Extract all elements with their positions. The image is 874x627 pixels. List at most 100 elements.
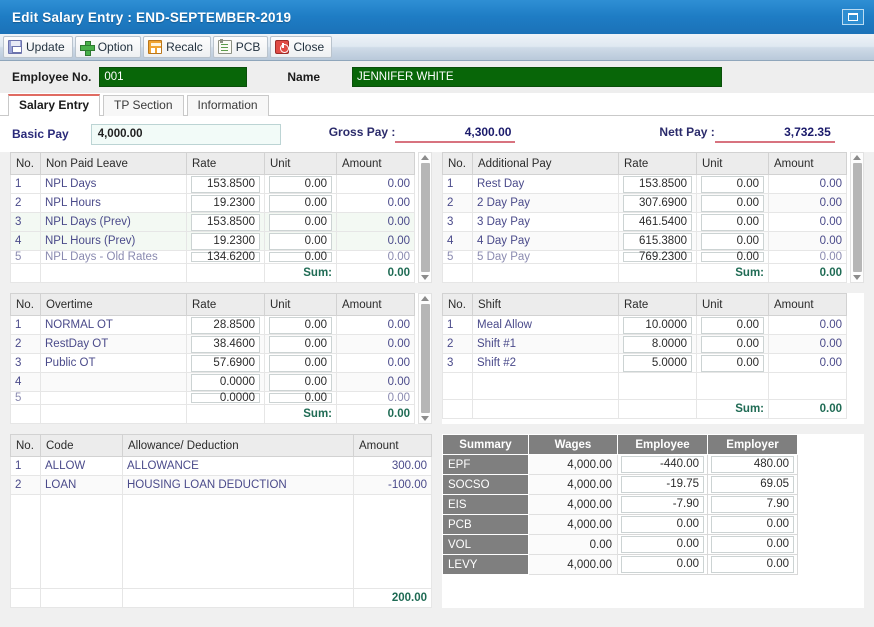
restore-window-button[interactable]: [842, 9, 864, 25]
table-row[interactable]: 4 0.0000 0.00 0.00: [10, 372, 415, 392]
employee-cell[interactable]: 0.00: [617, 534, 708, 555]
update-button[interactable]: Update: [3, 36, 73, 58]
employer-cell[interactable]: 0.00: [707, 534, 798, 555]
table-row[interactable]: 2 LOAN HOUSING LOAN DEDUCTION -100.00: [10, 475, 432, 495]
employee-cell[interactable]: -440.00: [617, 454, 708, 475]
basic-pay-input[interactable]: 4,000.00: [90, 123, 281, 145]
rate-cell[interactable]: 19.2300: [186, 193, 265, 213]
unit-cell[interactable]: 0.00: [264, 334, 337, 354]
scroll-down-icon[interactable]: [421, 275, 429, 280]
unit-cell[interactable]: 0.00: [696, 174, 769, 194]
table-row[interactable]: 1 ALLOW ALLOWANCE 300.00: [10, 456, 432, 476]
rate-cell[interactable]: 38.4600: [186, 334, 265, 354]
rate-cell[interactable]: 307.6900: [618, 193, 697, 213]
scroll-up-icon[interactable]: [421, 155, 429, 160]
table-row[interactable]: 1 Rest Day 153.8500 0.00 0.00: [442, 174, 847, 194]
unit-cell[interactable]: 0.00: [264, 231, 337, 251]
employee-cell[interactable]: 0.00: [617, 554, 708, 575]
rate-cell[interactable]: 8.0000: [618, 334, 697, 354]
rate-cell[interactable]: 10.0000: [618, 315, 697, 335]
rate-cell[interactable]: 153.8500: [618, 174, 697, 194]
unit-cell[interactable]: 0.00: [264, 353, 337, 373]
table-row[interactable]: 2 NPL Hours 19.2300 0.00 0.00: [10, 193, 415, 213]
unit-cell[interactable]: 0.00: [696, 250, 769, 264]
table-row[interactable]: 3 3 Day Pay 461.5400 0.00 0.00: [442, 212, 847, 232]
row-no: 1: [442, 174, 473, 194]
pcb-button[interactable]: PCB: [212, 36, 269, 58]
table-row[interactable]: 4 4 Day Pay 615.3800 0.00 0.00: [442, 231, 847, 251]
unit-cell[interactable]: 0.00: [264, 372, 337, 392]
unit-cell[interactable]: 0.00: [696, 231, 769, 251]
table-row[interactable]: 4 NPL Hours (Prev) 19.2300 0.00 0.00: [10, 231, 415, 251]
unit-cell[interactable]: 0.00: [264, 315, 337, 335]
employer-cell[interactable]: 0.00: [707, 514, 798, 535]
unit-cell[interactable]: 0.00: [696, 315, 769, 335]
employer-cell[interactable]: 69.05: [707, 474, 798, 495]
employer-cell[interactable]: 7.90: [707, 494, 798, 515]
recalc-button[interactable]: Recalc: [143, 36, 211, 58]
table-row[interactable]: 1 Meal Allow 10.0000 0.00 0.00: [442, 315, 847, 335]
scrollbar-thumb[interactable]: [852, 163, 862, 272]
rate-cell[interactable]: 28.8500: [186, 315, 265, 335]
table-row[interactable]: 5 5 Day Pay 769.2300 0.00 0.00: [442, 250, 847, 264]
table-row[interactable]: 1 NORMAL OT 28.8500 0.00 0.00: [10, 315, 415, 335]
row-no: 2: [442, 334, 473, 354]
scrollbar-thumb[interactable]: [420, 304, 430, 413]
rate-cell[interactable]: 615.3800: [618, 231, 697, 251]
unit-cell[interactable]: 0.00: [696, 334, 769, 354]
rate-cell[interactable]: 57.6900: [186, 353, 265, 373]
scroll-down-icon[interactable]: [421, 416, 429, 421]
unit-cell[interactable]: 0.00: [264, 250, 337, 264]
unit-cell[interactable]: 0.00: [264, 212, 337, 232]
tab-information[interactable]: Information: [186, 95, 269, 116]
table-row[interactable]: 1 NPL Days 153.8500 0.00 0.00: [10, 174, 415, 194]
npl-scrollbar[interactable]: [418, 152, 432, 283]
table-row[interactable]: 2 RestDay OT 38.4600 0.00 0.00: [10, 334, 415, 354]
additional-pay-panel: No. Additional Pay Rate Unit Amount 1 Re…: [442, 152, 864, 283]
total-spacer: [40, 588, 123, 608]
rate-cell[interactable]: 461.5400: [618, 212, 697, 232]
close-button-label: Close: [293, 40, 325, 54]
employee-cell[interactable]: -19.75: [617, 474, 708, 495]
employee-name-input[interactable]: JENNIFER WHITE: [352, 67, 723, 87]
unit-cell[interactable]: 0.00: [696, 212, 769, 232]
table-row[interactable]: 2 Shift #1 8.0000 0.00 0.00: [442, 334, 847, 354]
unit-cell[interactable]: 0.00: [696, 193, 769, 213]
overtime-scrollbar[interactable]: [418, 293, 432, 424]
unit-cell[interactable]: 0.00: [264, 174, 337, 194]
scrollbar-thumb[interactable]: [420, 163, 430, 272]
scroll-down-icon[interactable]: [853, 275, 861, 280]
employer-cell[interactable]: 0.00: [707, 554, 798, 575]
rate-cell[interactable]: 0.0000: [186, 372, 265, 392]
rate-cell[interactable]: 769.2300: [618, 250, 697, 264]
table-row[interactable]: 3 Public OT 57.6900 0.00 0.00: [10, 353, 415, 373]
close-button[interactable]: Close: [270, 36, 333, 58]
tab-tp-section[interactable]: TP Section: [103, 95, 184, 116]
employee-no-input[interactable]: 001: [99, 67, 248, 87]
table-row[interactable]: 3 Shift #2 5.0000 0.00 0.00: [442, 353, 847, 373]
table-row[interactable]: 5 0.0000 0.00 0.00: [10, 391, 415, 405]
table-row[interactable]: 2 2 Day Pay 307.6900 0.00 0.00: [442, 193, 847, 213]
employee-cell[interactable]: -7.90: [617, 494, 708, 515]
employer-cell[interactable]: 480.00: [707, 454, 798, 475]
additional-pay-scrollbar[interactable]: [850, 152, 864, 283]
scroll-up-icon[interactable]: [421, 296, 429, 301]
rate-cell[interactable]: 19.2300: [186, 231, 265, 251]
rate-cell[interactable]: 134.6200: [186, 250, 265, 264]
tab-salary-entry[interactable]: Salary Entry: [8, 94, 101, 116]
rate-cell[interactable]: 5.0000: [618, 353, 697, 373]
table-row[interactable]: 5 NPL Days - Old Rates 134.6200 0.00 0.0…: [10, 250, 415, 264]
row-label: Shift #1: [472, 334, 619, 354]
rate-cell[interactable]: 0.0000: [186, 391, 265, 405]
option-button[interactable]: Option: [74, 36, 142, 58]
table-row[interactable]: 3 NPL Days (Prev) 153.8500 0.00 0.00: [10, 212, 415, 232]
unit-cell[interactable]: 0.00: [264, 391, 337, 405]
unit-cell[interactable]: 0.00: [264, 193, 337, 213]
rate-cell[interactable]: 153.8500: [186, 174, 265, 194]
unit-cell[interactable]: 0.00: [696, 353, 769, 373]
scroll-up-icon[interactable]: [853, 155, 861, 160]
wages-value: 4,000.00: [528, 514, 618, 535]
recalc-button-label: Recalc: [166, 40, 203, 54]
rate-cell[interactable]: 153.8500: [186, 212, 265, 232]
employee-cell[interactable]: 0.00: [617, 514, 708, 535]
